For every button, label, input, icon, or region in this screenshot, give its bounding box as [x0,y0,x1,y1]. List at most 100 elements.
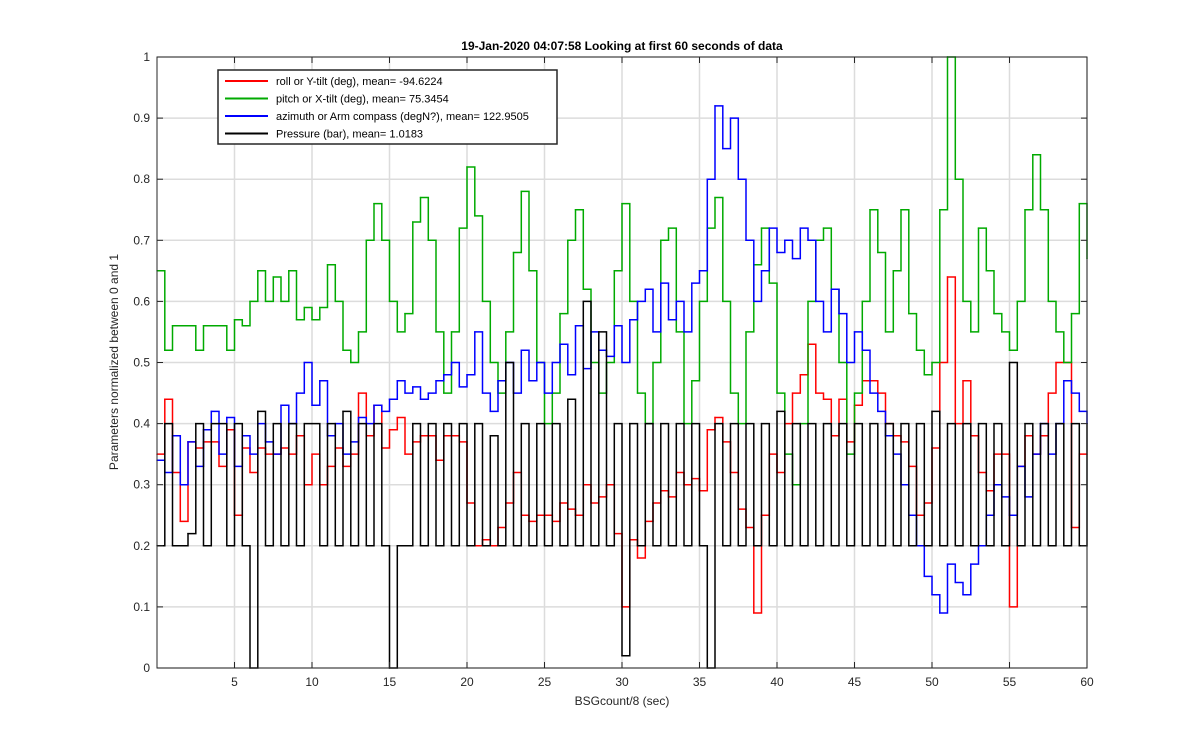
series-1-point-108 [993,312,995,315]
x-tick-label-6: 35 [693,675,707,689]
series-0-point-71 [706,429,708,431]
series-1-point-28 [373,202,375,205]
y-tick-label-8: 0.8 [133,172,150,186]
series-2-point-68 [683,331,685,333]
series-3-point-116 [1055,422,1057,425]
series-2-point-100 [931,593,933,596]
series-0-point-82 [791,392,794,394]
series-2-point-41 [474,331,476,333]
series-3-point-40 [466,545,468,547]
series-3-point-10 [233,422,236,425]
series-2-point-76 [745,239,747,241]
series-0-point-32 [404,453,406,455]
series-1-point-12 [249,300,251,303]
series-1-point-24 [342,349,344,351]
series-3-point-1 [164,422,166,425]
series-1-point-23 [334,300,336,303]
series-2-point-30 [388,398,391,400]
series-1-point-25 [350,361,352,364]
series-3-point-51 [551,422,553,425]
series-1-point-110 [1008,349,1011,351]
series-3-point-29 [381,545,383,547]
series-2-point-43 [489,410,491,413]
series-3-point-97 [908,545,910,547]
series-2-point-20 [311,404,313,406]
series-2-point-80 [776,251,778,254]
series-3-point-26 [357,422,360,425]
series-1-point-103 [954,178,956,180]
series-3-point-55 [582,300,584,303]
series-3-point-109 [1001,545,1003,547]
x-tick-label-7: 40 [770,675,784,689]
series-2-point-39 [458,386,460,388]
x-axis-label: BSGcount/8 (sec) [575,694,670,708]
series-2-point-60 [621,361,623,364]
series-3-point-99 [923,545,925,547]
series-2-point-92 [869,392,871,394]
series-2-point-64 [652,331,654,333]
series-1-point-54 [574,209,577,211]
series-3-point-114 [1039,422,1042,425]
series-2-point-105 [970,563,972,565]
series-1-point-112 [1024,209,1026,211]
series-2-point-52 [559,343,561,345]
series-3-point-95 [892,545,894,547]
series-2-point-47 [520,349,522,351]
series-2-point-16 [280,404,282,406]
series-1-point-14 [264,300,267,303]
series-0-point-62 [636,557,639,559]
series-2-point-51 [551,361,553,364]
series-3-point-3 [179,545,181,547]
series-3-point-7 [210,422,212,425]
series-3-point-44 [497,545,499,547]
series-1-point-91 [861,300,863,303]
series-0-point-31 [396,416,398,419]
series-3-point-108 [993,422,995,425]
x-tick-label-0: 5 [231,675,238,689]
series-3-point-76 [745,422,747,425]
series-1-point-17 [288,270,290,272]
series-3-point-68 [683,545,685,547]
series-3-point-117 [1063,545,1065,547]
series-2-point-77 [753,300,755,303]
series-0-point-72 [714,416,716,419]
series-2-point-118 [1070,392,1073,394]
series-1-point-107 [985,270,987,272]
series-2-point-71 [706,178,708,180]
series-1-point-80 [776,392,778,394]
series-1-point-86 [822,227,825,229]
series-3-point-98 [915,422,918,425]
series-1-point-31 [396,331,398,333]
legend-label-3: Pressure (bar), mean= 1.0183 [276,129,423,141]
series-1-point-111 [1016,300,1018,303]
series-1-point-47 [520,190,522,193]
series-1-point-115 [1047,300,1049,303]
legend-label-0: roll or Y-tilt (deg), mean= -94.6224 [276,76,443,88]
series-3-point-52 [559,545,561,547]
series-3-point-45 [505,361,507,364]
series-2-point-49 [536,361,538,364]
series-3-point-20 [311,422,313,425]
series-1-point-114 [1039,209,1042,211]
series-2-point-67 [675,300,677,303]
series-1-point-84 [807,300,809,303]
series-3-point-49 [536,422,538,425]
series-3-point-102 [946,422,949,425]
series-2-point-102 [946,563,949,565]
x-tick-label-8: 45 [848,675,862,689]
series-2-point-26 [357,416,360,419]
series-3-point-35 [427,422,429,425]
series-1-point-32 [404,312,406,315]
series-3-point-90 [853,422,856,425]
series-0-point-20 [311,453,313,455]
series-2-point-29 [381,410,383,413]
series-3-point-92 [869,422,871,425]
series-3-point-62 [636,545,639,547]
series-3-point-113 [1032,545,1034,547]
series-1-point-113 [1032,154,1034,156]
series-1-point-118 [1070,312,1073,315]
series-2-point-103 [954,581,956,584]
series-3-point-89 [846,545,848,547]
series-1-point-8 [218,325,220,327]
x-tick-label-1: 10 [305,675,319,689]
